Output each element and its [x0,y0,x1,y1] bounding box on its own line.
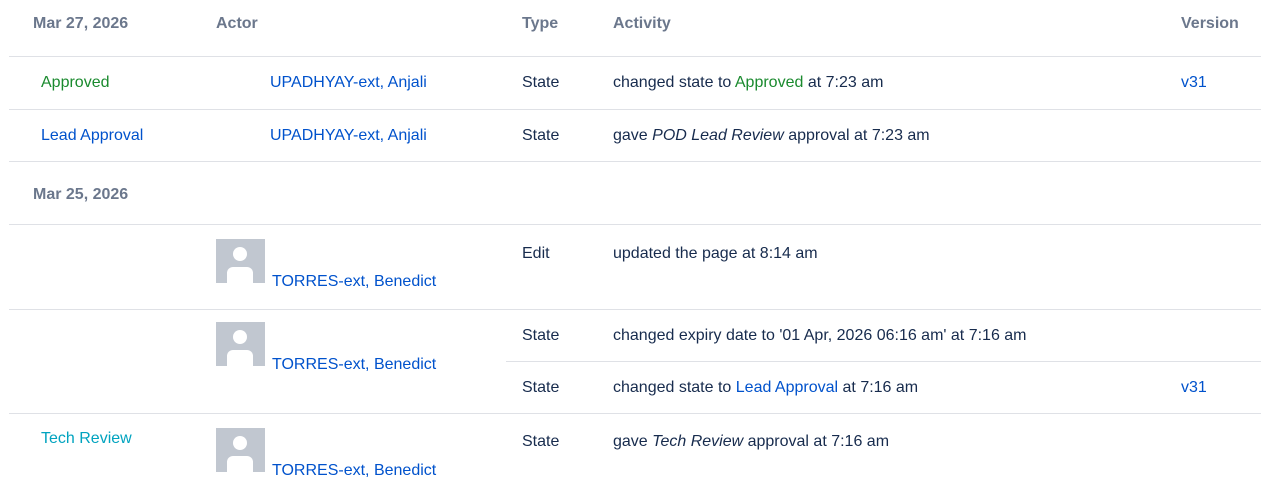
avatar [216,239,265,283]
actor-link[interactable]: UPADHYAY-ext, Anjali [270,74,427,92]
version-link[interactable]: v31 [1181,379,1207,397]
activity-text: changed expiry date to '01 Apr, 2026 06:… [613,327,1027,344]
header-actor: Actor [216,15,258,32]
row-divider [9,224,1261,225]
header-version: Version [1181,15,1239,32]
activity-text: updated the page at 8:14 am [613,245,818,262]
avatar-body [227,350,253,366]
activity-text: changed state to Approved at 7:23 am [613,74,883,92]
row-divider [9,109,1261,110]
header-activity: Activity [613,15,671,32]
activity-type: Edit [522,245,550,262]
avatar-head [233,247,247,261]
avatar-body [227,267,253,283]
approval-name: POD Lead Review [652,127,784,144]
activity-text: changed state to Lead Approval at 7:16 a… [613,379,918,397]
actor-link[interactable]: TORRES-ext, Benedict [272,462,436,480]
subrow-divider [506,361,1261,362]
activity-type: State [522,74,560,91]
header-divider [9,56,1261,57]
activity-prefix: changed state to [613,74,735,91]
version-link[interactable]: v31 [1181,74,1207,92]
avatar [216,322,265,366]
activity-type: State [522,327,560,344]
actor-link[interactable]: TORRES-ext, Benedict [272,356,436,374]
avatar-head [233,436,247,450]
date-group-label: Mar 25, 2026 [33,186,129,203]
avatar-head [233,330,247,344]
avatar [216,428,265,472]
activity-text: gave Tech Review approval at 7:16 am [613,433,889,451]
activity-type: State [522,127,560,144]
activity-prefix: changed state to [613,379,736,396]
activity-suffix: at 7:16 am [838,379,919,396]
row-divider [9,161,1261,162]
activity-type: State [522,379,560,396]
header-type: Type [522,15,559,32]
activity-suffix: at 7:23 am [803,74,884,91]
row-divider [9,309,1261,310]
activity-prefix: gave [613,433,653,450]
activity-suffix: approval at 7:16 am [743,433,890,450]
activity-prefix: gave [613,127,653,144]
status-tech-review[interactable]: Tech Review [41,430,132,448]
approval-name: Tech Review [652,433,744,450]
activity-type: State [522,433,560,450]
row-divider [9,413,1261,414]
avatar-body [227,456,253,472]
header-date: Mar 27, 2026 [33,15,129,32]
actor-link[interactable]: UPADHYAY-ext, Anjali [270,127,427,145]
status-approved: Approved [41,74,110,91]
actor-link[interactable]: TORRES-ext, Benedict [272,273,436,291]
activity-text: gave POD Lead Review approval at 7:23 am [613,127,930,145]
state-link-approved[interactable]: Approved [735,74,804,91]
state-link-lead-approval[interactable]: Lead Approval [736,379,838,396]
activity-suffix: approval at 7:23 am [783,127,930,144]
status-lead-approval[interactable]: Lead Approval [41,127,143,145]
